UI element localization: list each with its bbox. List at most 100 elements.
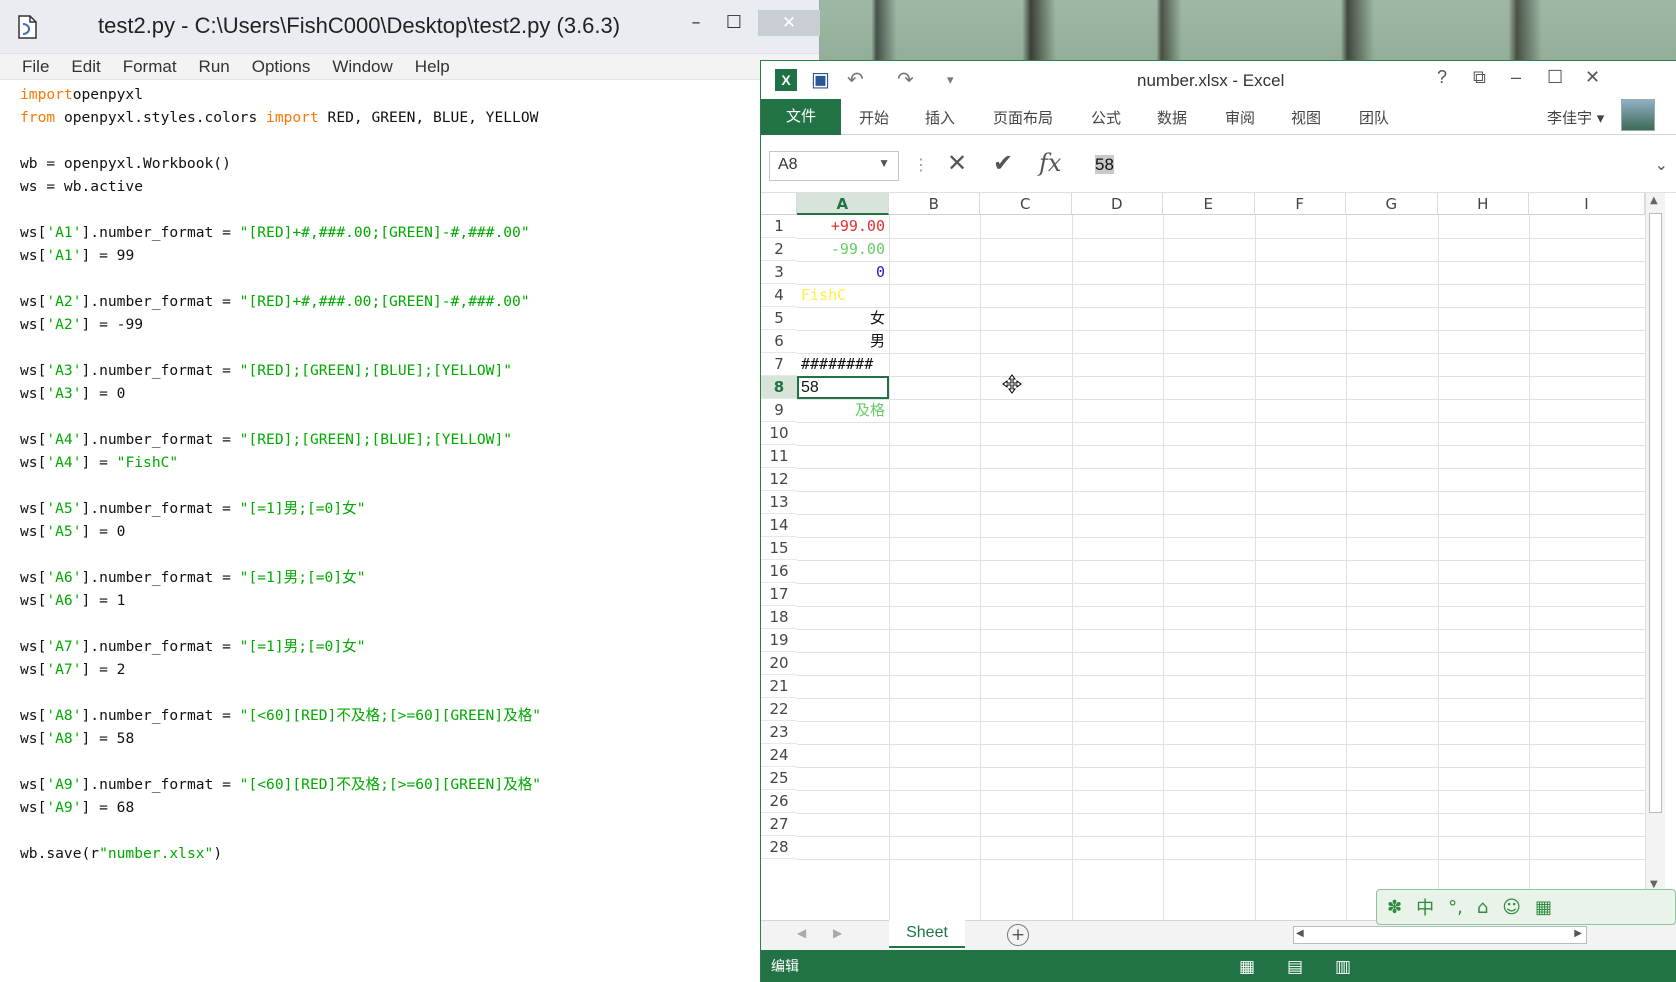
row-header-22[interactable]: 22 — [761, 698, 797, 721]
row-header-9[interactable]: 9 — [761, 399, 797, 422]
account-name[interactable]: 李佳宇 ▾ — [1547, 107, 1604, 128]
ribbon-display-button[interactable]: ⧉ — [1473, 67, 1486, 88]
column-header-d[interactable]: D — [1071, 193, 1163, 215]
tab-formulas[interactable]: 公式 — [1091, 107, 1121, 128]
excel-window[interactable]: X ▣ ↶ ↷ ▾ number.xlsx - Excel ? ⧉ – ☐ ✕ … — [760, 60, 1676, 982]
row-header-3[interactable]: 3 — [761, 261, 797, 284]
horizontal-scrollbar[interactable]: ◀ ▶ — [1293, 926, 1587, 944]
tab-data[interactable]: 数据 — [1157, 107, 1187, 128]
name-box[interactable]: A8 ▼ — [769, 151, 899, 181]
menu-window[interactable]: Window — [332, 57, 392, 77]
menu-edit[interactable]: Edit — [71, 57, 100, 77]
menu-options[interactable]: Options — [252, 57, 311, 77]
tab-file[interactable]: 文件 — [761, 99, 841, 135]
column-header-f[interactable]: F — [1254, 193, 1346, 215]
row-header-16[interactable]: 16 — [761, 560, 797, 583]
row-header-26[interactable]: 26 — [761, 790, 797, 813]
insert-function-icon[interactable]: fx — [1039, 149, 1061, 177]
row-header-1[interactable]: 1 — [761, 215, 797, 238]
tab-review[interactable]: 审阅 — [1225, 107, 1255, 128]
column-header-g[interactable]: G — [1346, 193, 1438, 215]
cell-a1[interactable]: +99.00 — [797, 215, 889, 238]
row-header-7[interactable]: 7 — [761, 353, 797, 376]
idle-titlebar[interactable]: test2.py - C:\Users\FishC000\Desktop\tes… — [0, 0, 820, 54]
row-header-5[interactable]: 5 — [761, 307, 797, 330]
add-sheet-icon[interactable]: + — [1007, 924, 1029, 946]
cell-a7[interactable]: ######## — [797, 353, 889, 376]
idle-editor-window[interactable]: test2.py - C:\Users\FishC000\Desktop\tes… — [0, 0, 820, 982]
row-header-13[interactable]: 13 — [761, 491, 797, 514]
row-header-12[interactable]: 12 — [761, 468, 797, 491]
select-all-corner[interactable] — [761, 193, 797, 215]
confirm-entry-icon[interactable]: ✔ — [993, 149, 1013, 177]
menu-format[interactable]: Format — [123, 57, 177, 77]
column-header-e[interactable]: E — [1163, 193, 1255, 215]
normal-view-icon[interactable]: ▦ — [1239, 957, 1255, 977]
maximize-button[interactable]: ☐ — [716, 10, 752, 36]
cell-a2[interactable]: -99.00 — [797, 238, 889, 261]
excel-minimize-button[interactable]: – — [1511, 67, 1521, 88]
cell-a9[interactable]: 及格 — [797, 399, 889, 422]
row-header-4[interactable]: 4 — [761, 284, 797, 307]
tab-team[interactable]: 团队 — [1359, 107, 1389, 128]
menu-help[interactable]: Help — [415, 57, 450, 77]
close-button[interactable]: ✕ — [758, 10, 820, 36]
row-header-28[interactable]: 28 — [761, 836, 797, 859]
ime-paw-icon[interactable]: ✽ — [1387, 897, 1402, 918]
undo-icon[interactable]: ↶ — [847, 67, 864, 91]
save-icon[interactable]: ▣ — [811, 67, 830, 91]
row-header-15[interactable]: 15 — [761, 537, 797, 560]
row-header-27[interactable]: 27 — [761, 813, 797, 836]
column-header-a[interactable]: A — [797, 193, 889, 215]
expand-formula-bar-icon[interactable]: ⌄ — [1655, 155, 1668, 174]
cancel-entry-icon[interactable]: ✕ — [947, 149, 967, 177]
excel-titlebar[interactable]: X ▣ ↶ ↷ ▾ number.xlsx - Excel ? ⧉ – ☐ ✕ — [761, 61, 1676, 99]
cell-a4[interactable]: FishC — [797, 284, 889, 307]
ime-toolbar[interactable]: ✽ 中 °, ⌂ ☺ ▦ — [1376, 889, 1676, 925]
vertical-scrollbar[interactable]: ▲ ▼ — [1645, 193, 1665, 893]
scroll-up-icon[interactable]: ▲ — [1650, 195, 1658, 206]
customize-quick-access-icon[interactable]: ▾ — [947, 73, 954, 88]
ime-menu-icon[interactable]: ▦ — [1535, 897, 1552, 918]
tab-view[interactable]: 视图 — [1291, 107, 1321, 128]
tab-page-layout[interactable]: 页面布局 — [993, 107, 1053, 128]
next-sheet-icon[interactable]: ▶ — [833, 926, 842, 940]
active-cell-a8[interactable]: 58 — [797, 376, 889, 399]
ime-punctuation[interactable]: °, — [1448, 897, 1463, 918]
code-editor[interactable]: importopenpyxl from openpyxl.styles.color… — [0, 80, 760, 982]
row-header-24[interactable]: 24 — [761, 744, 797, 767]
vertical-scroll-thumb[interactable] — [1649, 213, 1662, 813]
row-header-2[interactable]: 2 — [761, 238, 797, 261]
row-header-17[interactable]: 17 — [761, 583, 797, 606]
row-header-6[interactable]: 6 — [761, 330, 797, 353]
ime-user-icon[interactable]: ☺ — [1502, 897, 1521, 918]
worksheet-grid[interactable]: ▲ ▼ A B C D E F G H I 1 2 3 4 5 6 7 8 9 10 11 12 13 14 15 16 17 18… — [761, 193, 1676, 920]
cell-a5[interactable]: 女 — [797, 307, 889, 330]
menu-file[interactable]: File — [22, 57, 49, 77]
tab-insert[interactable]: 插入 — [925, 107, 955, 128]
ime-chinese-mode[interactable]: 中 — [1416, 894, 1434, 920]
cell-a6[interactable]: 男 — [797, 330, 889, 353]
help-button[interactable]: ? — [1437, 67, 1447, 88]
excel-close-button[interactable]: ✕ — [1585, 67, 1600, 88]
prev-sheet-icon[interactable]: ◀ — [797, 926, 806, 940]
page-layout-view-icon[interactable]: ▤ — [1287, 957, 1303, 977]
avatar[interactable] — [1621, 99, 1655, 131]
row-header-19[interactable]: 19 — [761, 629, 797, 652]
row-header-14[interactable]: 14 — [761, 514, 797, 537]
column-header-h[interactable]: H — [1437, 193, 1529, 215]
chevron-down-icon[interactable]: ▼ — [878, 156, 890, 170]
excel-maximize-button[interactable]: ☐ — [1547, 67, 1563, 88]
row-header-21[interactable]: 21 — [761, 675, 797, 698]
formula-input[interactable]: 58 — [1081, 151, 1641, 181]
scroll-left-icon[interactable]: ◀ — [1296, 928, 1304, 939]
row-header-10[interactable]: 10 — [761, 422, 797, 445]
page-break-view-icon[interactable]: ▥ — [1335, 957, 1351, 977]
row-header-8[interactable]: 8 — [761, 376, 797, 399]
column-header-i[interactable]: I — [1529, 193, 1645, 215]
cell-a3[interactable]: 0 — [797, 261, 889, 284]
row-header-20[interactable]: 20 — [761, 652, 797, 675]
minimize-button[interactable]: – — [678, 10, 714, 36]
tab-home[interactable]: 开始 — [859, 107, 889, 128]
row-header-18[interactable]: 18 — [761, 606, 797, 629]
